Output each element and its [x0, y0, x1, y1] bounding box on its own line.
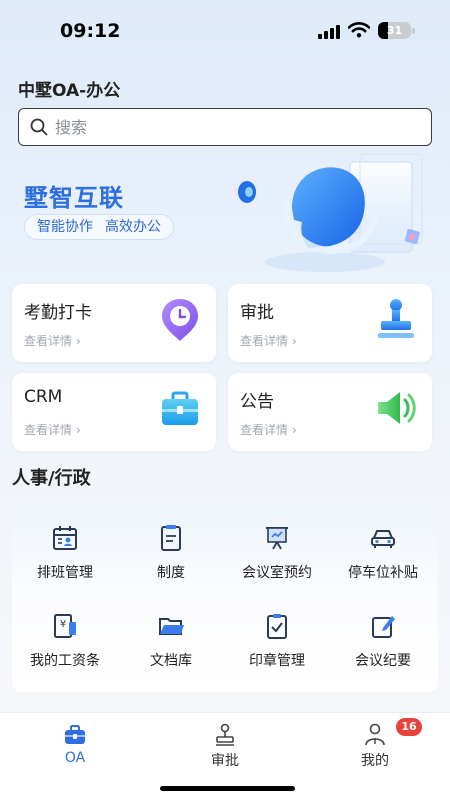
search-icon — [30, 118, 48, 136]
tab-approval[interactable]: 审批 — [195, 723, 255, 773]
tab-label: OA — [64, 750, 86, 766]
card-detail-link[interactable]: 查看详情 › — [240, 332, 297, 349]
tile-seal-management[interactable]: 印章管理 — [224, 590, 330, 670]
tile-label: 会议室预约 — [242, 565, 312, 581]
location-clock-icon — [162, 299, 198, 341]
stamp-icon — [378, 299, 414, 338]
tile-meeting-room[interactable]: 会议室预约 — [224, 502, 330, 582]
stamp-icon — [216, 723, 234, 746]
user-icon — [365, 723, 385, 746]
card-detail-link[interactable]: 查看详情 › — [24, 421, 81, 438]
crm-card[interactable]: CRM 查看详情 › — [12, 373, 216, 451]
banner-tag: 智能协作 — [37, 219, 93, 235]
edit-note-icon — [372, 616, 395, 638]
notification-badge: 16 — [396, 718, 422, 736]
card-title: 考勤打卡 — [24, 303, 92, 323]
speaker-icon — [378, 392, 416, 424]
battery-icon: 31 — [378, 22, 411, 39]
announcement-card[interactable]: 公告 查看详情 › — [228, 373, 432, 451]
tab-label: 审批 — [211, 753, 239, 769]
status-bar: 09:12 31 — [0, 0, 450, 62]
wifi-icon — [348, 22, 370, 38]
tile-meeting-minutes[interactable]: 会议纪要 — [330, 590, 436, 670]
promo-banner[interactable]: 墅智互联 智能协作 高效办公 — [0, 150, 450, 280]
battery-level: 31 — [386, 24, 403, 37]
tile-label: 排班管理 — [37, 565, 93, 581]
payslip-icon: ¥ — [54, 614, 76, 638]
tile-parking[interactable]: 停车位补贴 — [330, 502, 436, 582]
tile-label: 制度 — [157, 565, 185, 581]
tile-label: 会议纪要 — [355, 653, 411, 669]
status-time: 09:12 — [60, 20, 121, 42]
search-bar[interactable] — [18, 108, 432, 146]
tile-label: 我的工资条 — [30, 653, 100, 669]
hr-admin-grid: 排班管理 制度 会议室预约 停车位补贴 ¥ 我的工资条 文档库 印章管理 会议纪… — [12, 502, 438, 692]
banner-title: 墅智互联 — [24, 184, 124, 212]
tile-label: 文档库 — [150, 653, 192, 669]
page-title: 中墅OA-办公 — [18, 81, 121, 101]
tile-payslip[interactable]: ¥ 我的工资条 — [12, 590, 118, 670]
tile-policy[interactable]: 制度 — [118, 502, 224, 582]
card-detail-link[interactable]: 查看详情 › — [240, 421, 297, 438]
home-indicator[interactable] — [160, 786, 295, 791]
briefcase-icon — [65, 725, 85, 744]
tab-label: 我的 — [361, 753, 389, 769]
card-detail-link[interactable]: 查看详情 › — [24, 332, 81, 349]
app-screen: 09:12 31 中墅OA-办公 墅智互联 智能协作高效办公 — [0, 0, 450, 800]
tile-schedule[interactable]: 排班管理 — [12, 502, 118, 582]
ai-head-illustration — [238, 153, 423, 272]
tile-document-library[interactable]: 文档库 — [118, 590, 224, 670]
tab-oa[interactable]: OA — [45, 723, 105, 773]
folder-icon — [159, 618, 184, 635]
presentation-icon — [266, 527, 288, 550]
briefcase-icon — [162, 391, 198, 425]
banner-tagline: 智能协作 高效办公 — [24, 214, 174, 240]
svg-text:¥: ¥ — [60, 619, 66, 630]
document-icon — [161, 525, 181, 551]
car-icon — [371, 530, 395, 548]
section-title: 人事/行政 — [12, 468, 91, 489]
card-title: 审批 — [240, 303, 274, 323]
attendance-card[interactable]: 考勤打卡 查看详情 › — [12, 284, 216, 362]
tile-label: 停车位补贴 — [348, 565, 418, 581]
search-input[interactable] — [55, 115, 415, 139]
banner-tag: 高效办公 — [105, 219, 161, 235]
cellular-signal-icon — [318, 25, 340, 39]
card-title: 公告 — [240, 392, 274, 412]
calendar-person-icon — [53, 526, 77, 550]
approval-card[interactable]: 审批 查看详情 › — [228, 284, 432, 362]
card-title: CRM — [24, 387, 63, 407]
tile-label: 印章管理 — [249, 653, 305, 669]
clipboard-check-icon — [267, 614, 287, 639]
battery-nub — [412, 28, 415, 34]
